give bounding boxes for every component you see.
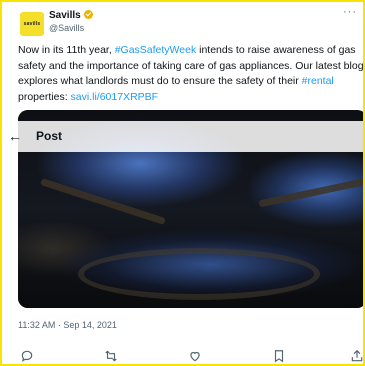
heart-icon: [190, 351, 200, 362]
burner-ring: [78, 248, 320, 300]
tweet-header: savills Savills @Savills ···: [18, 6, 357, 40]
tweet-link[interactable]: savi.li/6017XRPBF: [71, 91, 159, 103]
tweet-actions: [14, 346, 363, 364]
retweet-icon: [105, 350, 117, 362]
tweet-text-part: properties:: [18, 90, 71, 103]
bookmark-button[interactable]: [268, 346, 290, 364]
share-icon: [351, 349, 363, 362]
reply-button[interactable]: [16, 346, 38, 364]
post-title: Post: [36, 129, 63, 143]
tweet-text: Now in its 11th year, #GasSafetyWeek int…: [18, 43, 363, 105]
verified-badge-icon: [83, 10, 93, 19]
share-button[interactable]: [346, 346, 363, 364]
savills-logo: savills: [23, 21, 41, 27]
author-name-row[interactable]: Savills: [49, 10, 93, 21]
author-handle[interactable]: @Savills: [49, 23, 84, 33]
reply-icon: [21, 350, 33, 362]
like-button[interactable]: [184, 346, 206, 364]
hashtag-rental[interactable]: #rental: [302, 75, 334, 87]
back-arrow-icon[interactable]: ←: [8, 127, 22, 145]
post-header-bar: ← Post: [2, 121, 363, 152]
avatar[interactable]: savills: [20, 12, 44, 36]
tweet-card-frame: savills Savills @Savills ··· Now in its …: [0, 0, 365, 366]
author-name[interactable]: Savills: [49, 10, 81, 21]
hashtag-gassafetyweek[interactable]: #GasSafetyWeek: [115, 44, 197, 56]
bookmark-icon: [274, 350, 284, 363]
more-options-icon[interactable]: ···: [343, 6, 357, 18]
tweet-text-part: Now in its 11th year,: [18, 44, 115, 56]
tweet-timestamp[interactable]: 11:32 AM · Sep 14, 2021: [18, 320, 117, 330]
retweet-button[interactable]: [100, 346, 122, 364]
